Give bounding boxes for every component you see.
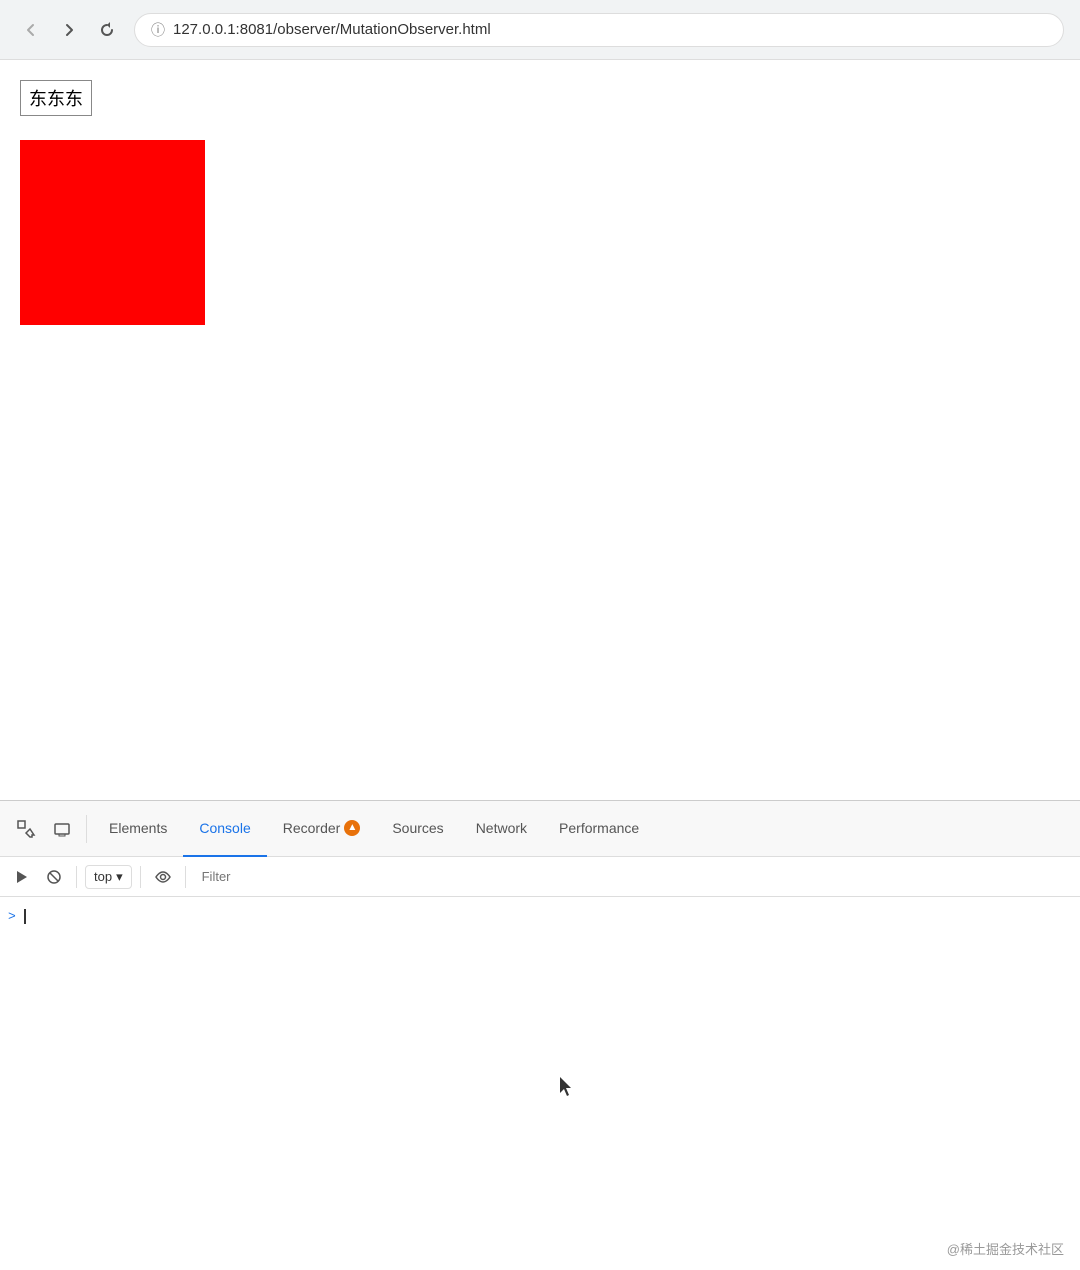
tab-console[interactable]: Console (183, 801, 266, 857)
reload-button[interactable] (92, 17, 122, 43)
red-box (20, 140, 205, 325)
ban-button[interactable] (40, 865, 68, 889)
tab-performance[interactable]: Performance (543, 801, 655, 857)
device-toolbar-button[interactable] (44, 813, 80, 845)
address-bar[interactable]: ⓘ 127.0.0.1:8081/observer/MutationObserv… (134, 13, 1064, 47)
nav-buttons (16, 17, 122, 43)
filter-input[interactable] (194, 865, 1072, 888)
console-area[interactable]: > (0, 897, 1080, 1270)
play-button[interactable] (8, 865, 36, 889)
console-chevron-icon: > (8, 909, 16, 924)
info-icon: ⓘ (151, 20, 165, 40)
forward-button[interactable] (54, 17, 84, 43)
console-cursor (24, 909, 26, 924)
chevron-down-icon: ▾ (116, 869, 123, 885)
console-prompt-line: > (0, 905, 1080, 928)
top-label: top (94, 869, 112, 884)
tab-recorder[interactable]: Recorder ▲ (267, 801, 377, 857)
mouse-cursor (560, 1077, 576, 1102)
inspect-element-button[interactable] (8, 813, 44, 845)
top-dropdown[interactable]: top ▾ (85, 865, 132, 889)
devtools-main-toolbar: Elements Console Recorder ▲ Sources Netw… (0, 801, 1080, 857)
console-separator-1 (76, 866, 77, 888)
tab-elements[interactable]: Elements (93, 801, 183, 857)
eye-button[interactable] (149, 865, 177, 889)
devtools-panel: Elements Console Recorder ▲ Sources Netw… (0, 800, 1080, 1270)
watermark: @稀土掘金技术社区 (947, 1239, 1064, 1258)
console-separator-3 (185, 866, 186, 888)
back-button[interactable] (16, 17, 46, 43)
url-text: 127.0.0.1:8081/observer/MutationObserver… (173, 21, 491, 38)
tab-sources[interactable]: Sources (376, 801, 459, 857)
console-separator-2 (140, 866, 141, 888)
toolbar-separator-1 (86, 815, 87, 843)
page-content: 东东东 (0, 60, 1080, 800)
page-label: 东东东 (20, 80, 92, 116)
recorder-badge: ▲ (344, 820, 360, 836)
console-secondary-toolbar: top ▾ (0, 857, 1080, 897)
tab-network[interactable]: Network (460, 801, 543, 857)
browser-chrome: ⓘ 127.0.0.1:8081/observer/MutationObserv… (0, 0, 1080, 60)
devtools-tabs: Elements Console Recorder ▲ Sources Netw… (93, 801, 655, 857)
